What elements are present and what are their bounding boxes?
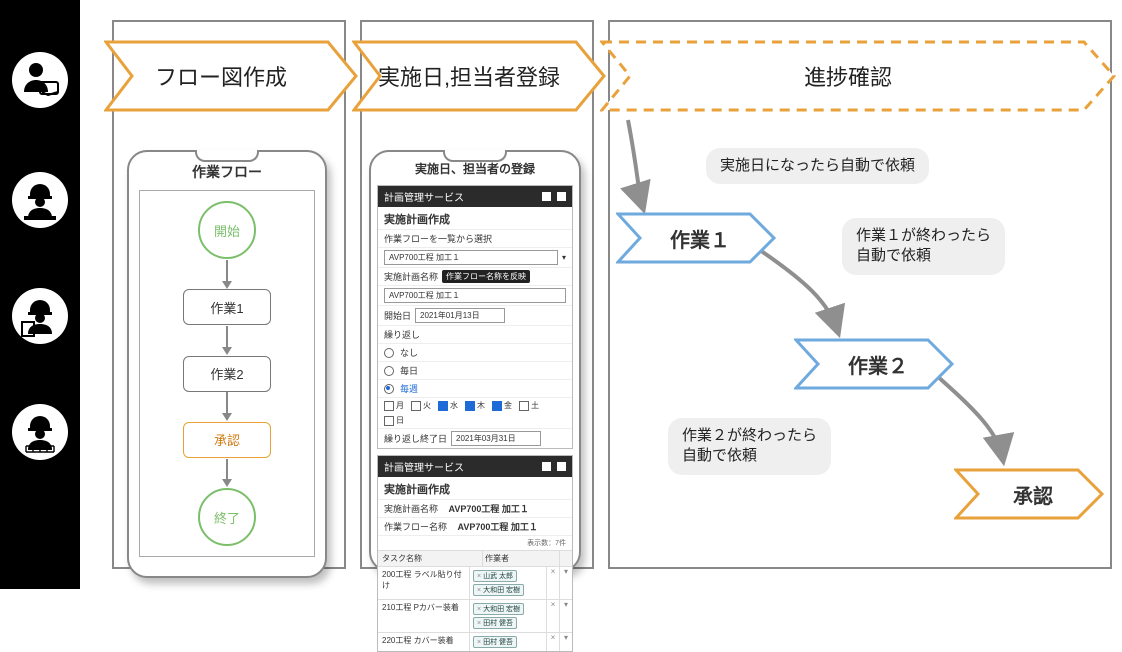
role-approver-icon	[12, 404, 68, 460]
remove-row-icon[interactable]: ×	[546, 567, 559, 599]
form-title: 実施計画作成	[378, 207, 572, 229]
user-icon[interactable]	[557, 192, 566, 201]
phone-register: 実施日、担当者の登録 計画管理サービス 実施計画作成 作業フローを一覧から選択 …	[369, 150, 581, 572]
header-arrow-3: 進捗確認	[600, 40, 1116, 112]
home-icon[interactable]	[542, 462, 551, 471]
weekday-row: 月火水木金土日	[378, 397, 572, 428]
role-worker1-icon	[12, 172, 68, 228]
apply-flow-name-button[interactable]: 作業フロー名称を反映	[442, 270, 530, 283]
remove-row-icon[interactable]: ×	[546, 633, 559, 651]
weekday-土[interactable]: 土	[519, 400, 539, 411]
assignee-tag[interactable]: 山武 太郎	[473, 570, 517, 582]
role-worker2-icon	[12, 288, 68, 344]
flow-approve: 承認	[183, 422, 271, 458]
callout-auto-request-1: 作業１が終わったら自動で依頼	[842, 218, 1005, 275]
flow-select[interactable]: AVP700工程 加工１	[384, 250, 558, 265]
header-arrow-2: 実施日,担当者登録	[352, 40, 606, 112]
weekday-火[interactable]: 火	[411, 400, 431, 411]
header-3-label: 進捗確認	[600, 40, 1096, 112]
task-row: 200工程 ラベル貼り付け山武 太郎大和田 宏樹×▾	[378, 566, 572, 599]
task-2-chevron: 作業２	[794, 338, 954, 390]
start-date-input[interactable]: 2021年01月13日	[415, 308, 505, 323]
phone-flow: 作業フロー 開始 作業1 作業2 承認 終了	[127, 150, 327, 578]
role-planner-icon	[12, 52, 68, 108]
repeat-label: 繰り返し	[378, 325, 572, 343]
task-row: 220工程 カバー装着田村 健吾×▾	[378, 632, 572, 651]
plan-form-card: 計画管理サービス 実施計画作成 作業フローを一覧から選択 AVP700工程 加工…	[377, 185, 573, 449]
assignee-tag[interactable]: 大和田 宏樹	[473, 603, 524, 615]
repeat-weekly-radio[interactable]	[384, 384, 394, 394]
header-1-label: フロー図作成	[104, 40, 338, 112]
form-header: 計画管理サービス	[384, 189, 464, 204]
task-1-chevron: 作業１	[616, 212, 776, 264]
repeat-daily-radio[interactable]	[384, 366, 394, 376]
end-date-input[interactable]: 2021年03月31日	[451, 431, 541, 446]
home-icon[interactable]	[542, 192, 551, 201]
task-list-card: 計画管理サービス 実施計画作成 実施計画名称 AVP700工程 加工１ 作業フロ…	[377, 455, 573, 652]
header-arrow-1: フロー図作成	[104, 40, 358, 112]
row-menu-icon[interactable]: ▾	[559, 633, 572, 651]
flow-step-1: 作業1	[183, 289, 271, 325]
weekday-木[interactable]: 木	[465, 400, 485, 411]
flow-select-label: 作業フローを一覧から選択	[378, 229, 572, 247]
role-icon-bar	[0, 0, 80, 589]
task-row: 210工程 Pカバー装着大和田 宏樹田村 健吾×▾	[378, 599, 572, 632]
flow-step-2: 作業2	[183, 356, 271, 392]
assignee-tag[interactable]: 大和田 宏樹	[473, 584, 524, 596]
flow-start: 開始	[198, 201, 256, 259]
phone2-title: 実施日、担当者の登録	[377, 160, 573, 177]
row-menu-icon[interactable]: ▾	[559, 567, 572, 599]
repeat-none-radio[interactable]	[384, 348, 394, 358]
weekday-水[interactable]: 水	[438, 400, 458, 411]
row-menu-icon[interactable]: ▾	[559, 600, 572, 632]
weekday-月[interactable]: 月	[384, 400, 404, 411]
callout-auto-request-0: 実施日になったら自動で依頼	[706, 148, 929, 184]
task-count: 表示数：7件	[378, 535, 572, 550]
callout-auto-request-2: 作業２が終わったら自動で依頼	[668, 418, 831, 475]
remove-row-icon[interactable]: ×	[546, 600, 559, 632]
plan-name-input[interactable]: AVP700工程 加工１	[384, 288, 566, 303]
user-icon[interactable]	[557, 462, 566, 471]
assignee-tag[interactable]: 田村 健吾	[473, 636, 517, 648]
weekday-日[interactable]: 日	[384, 415, 404, 426]
phone1-title: 作業フロー	[139, 162, 315, 182]
approve-chevron: 承認	[954, 468, 1104, 520]
header-2-label: 実施日,担当者登録	[352, 40, 586, 112]
weekday-金[interactable]: 金	[492, 400, 512, 411]
flow-end: 終了	[198, 488, 256, 546]
assignee-tag[interactable]: 田村 健吾	[473, 617, 517, 629]
